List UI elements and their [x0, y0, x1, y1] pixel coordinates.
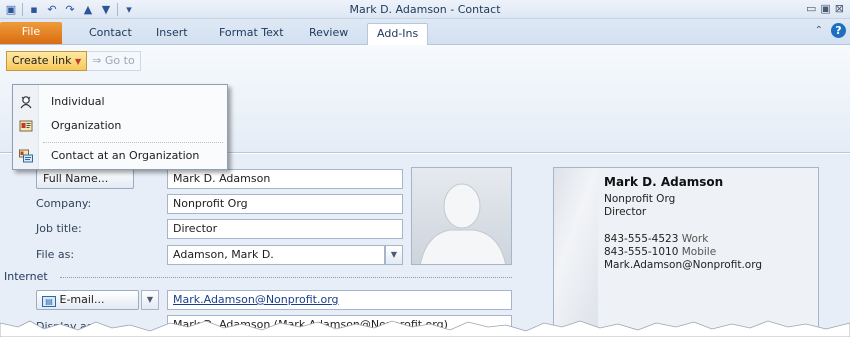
business-card-work-phone-type: Work — [681, 233, 709, 245]
business-card-work-phone-line: 843-555-4523 Work — [604, 233, 708, 245]
business-card-name: Mark D. Adamson — [604, 175, 724, 189]
job-title-field[interactable]: Director — [167, 219, 403, 239]
job-title-label: Job title: — [36, 222, 82, 235]
business-card-mobile-phone-line: 843-555-1010 Mobile — [604, 246, 716, 258]
maximize-icon[interactable]: ▣ — [820, 2, 830, 15]
go-to-label: Go to — [104, 54, 135, 67]
menu-item-label: Contact at an Organization — [51, 149, 200, 162]
menu-item-label: Individual — [51, 95, 105, 108]
full-name-button[interactable]: Full Name... — [36, 169, 134, 189]
business-card-mobile-phone: 843-555-1010 — [604, 246, 679, 258]
window-controls: ▭ ▣ ⊠ — [806, 2, 844, 15]
go-to-button[interactable]: ⇒ Go to — [87, 51, 141, 71]
tab-add-ins[interactable]: Add-Ins — [367, 23, 429, 45]
contact-silhouette-icon — [419, 183, 507, 264]
menu-separator — [43, 142, 223, 143]
chevron-down-icon: ▼ — [75, 57, 82, 66]
arrow-right-icon: ⇒ — [92, 54, 102, 67]
file-as-dropdown-button[interactable]: ▼ — [385, 245, 403, 265]
ribbon-help-area: ⌃ ? — [815, 23, 846, 38]
business-card-email: Mark.Adamson@Nonprofit.org — [604, 259, 763, 271]
business-card-title: Director — [604, 206, 647, 218]
organization-icon — [19, 120, 33, 132]
tab-insert[interactable]: Insert — [147, 23, 197, 45]
email-field[interactable]: Mark.Adamson@Nonprofit.org — [167, 290, 512, 310]
ribbon-tabs: File Contact Insert Format Text Review A… — [0, 19, 850, 45]
tab-format-text[interactable]: Format Text — [210, 23, 293, 45]
email-button[interactable]: ▤ E-mail... — [36, 290, 139, 310]
minimize-ribbon-icon[interactable]: ⌃ — [815, 25, 823, 36]
help-icon[interactable]: ? — [831, 23, 846, 38]
menu-item-organization[interactable]: Organization — [13, 115, 227, 137]
business-card-mobile-phone-type: Mobile — [681, 246, 717, 258]
internet-section-divider — [60, 277, 512, 278]
file-as-label: File as: — [36, 248, 75, 261]
business-card[interactable]: Mark D. Adamson Nonprofit Org Director 8… — [553, 167, 819, 337]
email-type-dropdown-button[interactable]: ▼ — [141, 290, 159, 310]
business-card-stripe — [554, 168, 598, 336]
create-link-menu: Individual Organization Contact at an Or… — [12, 84, 228, 170]
email-button-label: E-mail... — [59, 293, 105, 306]
full-name-field[interactable]: Mark D. Adamson — [167, 169, 403, 189]
minimize-icon[interactable]: ▭ — [806, 2, 816, 15]
ribbon-button-group: Create link ▼ ⇒ Go to — [6, 51, 141, 71]
business-card-company: Nonprofit Org — [604, 193, 676, 205]
internet-section-label: Internet — [4, 270, 48, 283]
contact-at-organization-icon — [19, 149, 33, 163]
business-card-work-phone: 843-555-4523 — [604, 233, 679, 245]
company-field[interactable]: Nonprofit Org — [167, 194, 403, 214]
individual-icon — [20, 96, 32, 109]
file-as-field[interactable]: Adamson, Mark D. — [167, 245, 385, 265]
contact-photo[interactable] — [411, 167, 512, 265]
create-link-button[interactable]: Create link ▼ — [6, 51, 88, 71]
tab-contact[interactable]: Contact — [80, 23, 141, 45]
window-title: Mark D. Adamson - Contact — [349, 3, 501, 16]
company-label: Company: — [36, 197, 92, 210]
create-link-label: Create link — [12, 54, 72, 67]
tab-file[interactable]: File — [0, 22, 62, 44]
menu-item-contact-at-organization[interactable]: Contact at an Organization — [13, 145, 227, 167]
close-icon[interactable]: ⊠ — [835, 2, 844, 15]
menu-item-individual[interactable]: Individual — [13, 91, 227, 113]
torn-edge-decoration — [0, 320, 850, 337]
title-bar: ▣ ▪ ↶ ↷ ▲ ▼ ▾ Mark D. Adamson - Contact … — [0, 0, 850, 19]
tab-review[interactable]: Review — [300, 23, 357, 45]
menu-item-label: Organization — [51, 119, 122, 132]
address-book-icon: ▤ — [42, 296, 56, 307]
